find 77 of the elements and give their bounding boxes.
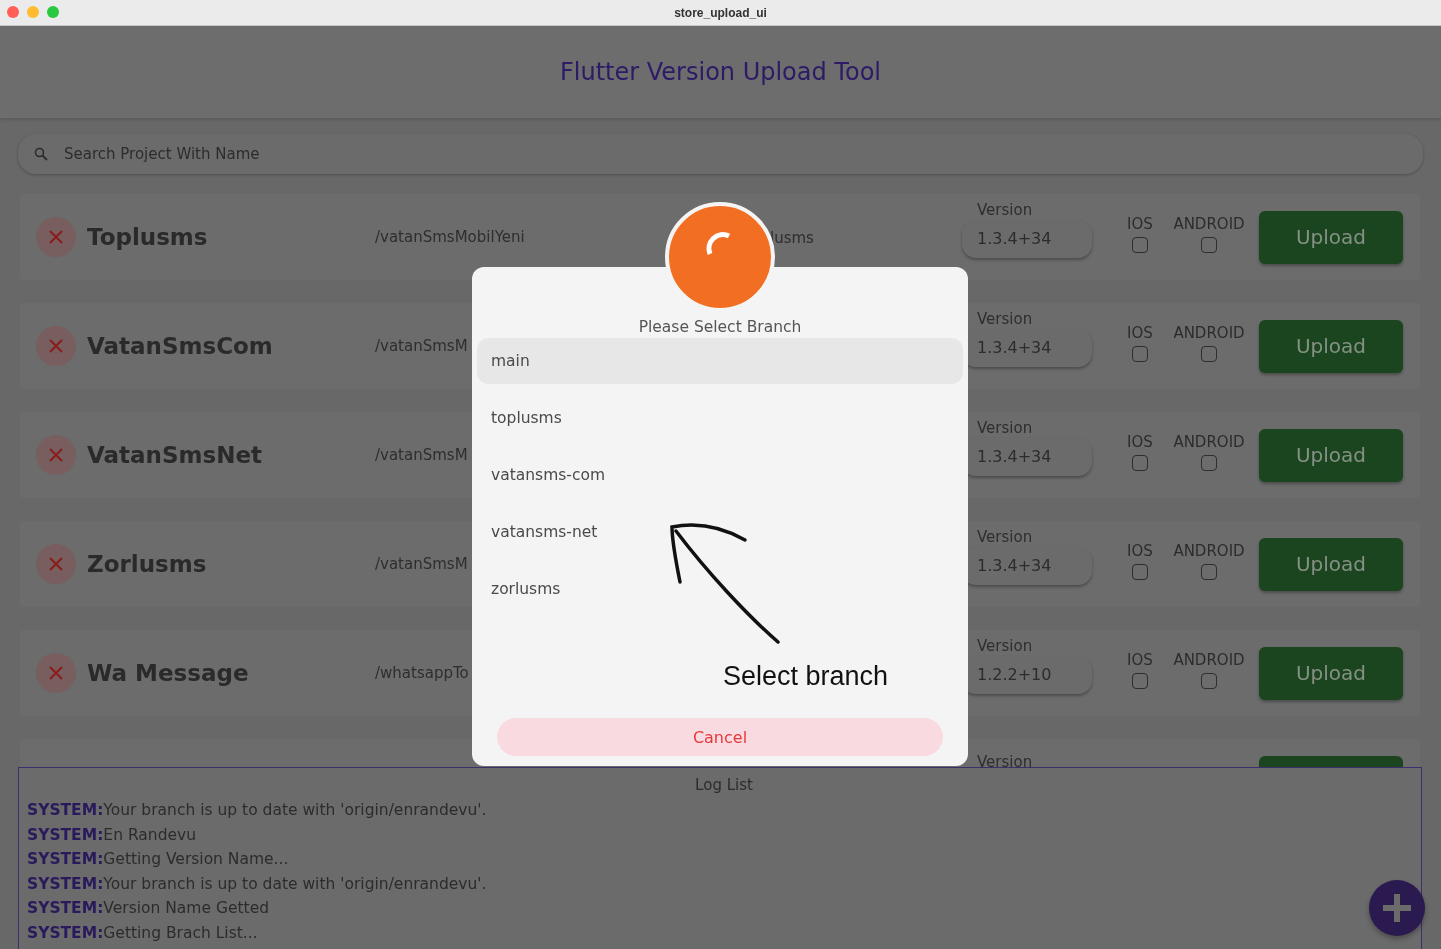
remove-button[interactable] — [36, 544, 76, 584]
ios-checkbox[interactable] — [1132, 237, 1148, 253]
project-name: Toplusms — [87, 224, 209, 250]
ios-label: IOS — [1127, 324, 1153, 342]
android-checkbox[interactable] — [1201, 237, 1217, 253]
upload-button[interactable]: Upload — [1259, 319, 1403, 373]
annotation-text: Select branch — [723, 661, 889, 692]
remove-button[interactable] — [36, 653, 76, 693]
upload-button[interactable]: Upload — [1259, 428, 1403, 482]
version-label: Version — [977, 636, 1033, 655]
app-title: Flutter Version Upload Tool — [560, 58, 881, 86]
android-label: ANDROID — [1173, 215, 1245, 233]
ios-checkbox[interactable] — [1132, 455, 1148, 471]
version-label: Version — [977, 309, 1033, 328]
version-label: Version — [977, 200, 1033, 219]
branch-item[interactable]: vatansms-net — [477, 509, 963, 555]
ios-checkbox[interactable] — [1132, 346, 1148, 362]
log-line: SYSTEM:Version Name Getted — [27, 898, 269, 919]
project-path: /vatanSmsMobilYeni — [375, 228, 525, 246]
plus-icon — [1381, 892, 1413, 924]
remove-button[interactable] — [36, 435, 76, 475]
window-title: store_upload_ui — [674, 5, 767, 20]
ios-label: IOS — [1127, 433, 1153, 451]
project-path: /vatanSmsM — [375, 337, 468, 355]
android-label: ANDROID — [1173, 324, 1245, 342]
close-icon — [48, 229, 64, 245]
maximize-window-icon[interactable] — [47, 6, 59, 18]
close-icon — [48, 665, 64, 681]
close-icon — [48, 447, 64, 463]
branch-item[interactable]: vatansms-com — [477, 452, 963, 498]
close-icon — [48, 338, 64, 354]
close-icon — [48, 556, 64, 572]
cancel-button[interactable]: Cancel — [497, 718, 943, 756]
search-field[interactable]: Search Project With Name — [18, 134, 1423, 174]
android-checkbox[interactable] — [1201, 346, 1217, 362]
upload-button[interactable]: Upload — [1259, 210, 1403, 264]
version-label: Version — [977, 753, 1034, 767]
log-line: SYSTEM:Your branch is up to date with 'origin/enrandevu'. — [27, 800, 487, 821]
android-checkbox[interactable] — [1201, 564, 1217, 580]
version-label: Version — [977, 527, 1033, 546]
branch-item[interactable]: toplusms — [477, 395, 963, 441]
search-icon — [34, 147, 48, 161]
branch-item[interactable]: main — [477, 338, 963, 384]
project-path: /vatanSmsM — [375, 446, 468, 464]
android-label: ANDROID — [1173, 651, 1245, 669]
version-field[interactable]: 1.3.4+34 — [962, 219, 1092, 258]
log-line: SYSTEM:Getting Version Name... — [27, 849, 289, 870]
project-name: Zorlusms — [87, 551, 208, 577]
close-window-icon[interactable] — [7, 6, 19, 18]
ios-label: IOS — [1127, 215, 1153, 233]
project-name: Wa Message — [87, 660, 250, 686]
ios-label: IOS — [1127, 651, 1153, 669]
remove-button[interactable] — [36, 326, 76, 366]
ios-checkbox[interactable] — [1132, 673, 1148, 689]
ios-checkbox[interactable] — [1132, 564, 1148, 580]
android-checkbox[interactable] — [1201, 455, 1217, 471]
upload-button[interactable]: Upload — [1259, 646, 1403, 700]
project-path: /vatanSmsM — [375, 555, 468, 573]
remove-button[interactable] — [36, 217, 76, 257]
minimize-window-icon[interactable] — [27, 6, 39, 18]
dialog-title: Please Select Branch — [638, 317, 802, 338]
search-placeholder: Search Project With Name — [64, 145, 260, 163]
project-name: VatanSmsNet — [87, 442, 263, 468]
ios-label: IOS — [1127, 542, 1153, 560]
branch-item[interactable]: zorlusms — [477, 566, 963, 612]
project-branch: lusms — [770, 228, 814, 247]
android-checkbox[interactable] — [1201, 673, 1217, 689]
android-label: ANDROID — [1173, 433, 1245, 451]
project-path: /whatsappTo — [375, 664, 469, 682]
log-title: Log List — [695, 776, 753, 794]
upload-button[interactable]: Upload — [1259, 537, 1403, 591]
project-name: VatanSmsCom — [87, 333, 274, 359]
log-line: SYSTEM:Your branch is up to date with 'origin/enrandevu'. — [27, 873, 487, 895]
log-line: SYSTEM:En Randevu — [27, 824, 196, 846]
log-line: SYSTEM:Getting Brach List... — [27, 922, 258, 944]
version-label: Version — [977, 418, 1033, 437]
android-label: ANDROID — [1173, 542, 1245, 560]
